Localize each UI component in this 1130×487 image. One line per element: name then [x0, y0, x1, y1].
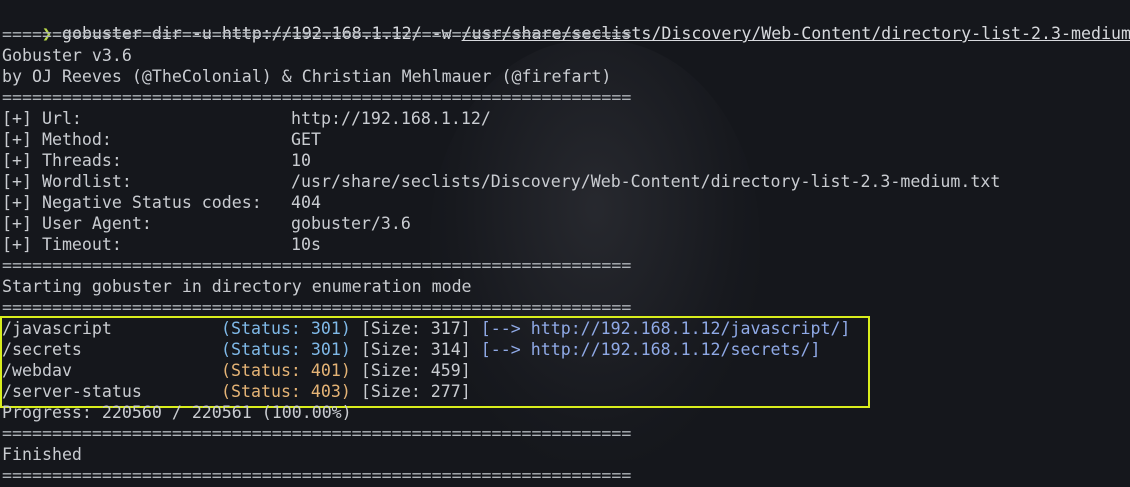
banner-title: Gobuster v3.6 [2, 46, 132, 65]
result-redirect-link[interactable]: [--> http://192.168.1.12/javascript/] [481, 319, 851, 338]
config-label: [+] User Agent: [2, 214, 152, 233]
separator-line: ========================================… [2, 424, 632, 443]
config-label: [+] Method: [2, 130, 112, 149]
config-row: [+] Method: GET [2, 129, 321, 150]
result-path: /webdav [2, 361, 72, 380]
config-label: [+] Negative Status codes: [2, 193, 262, 212]
start-message: Starting gobuster in directory enumerati… [2, 277, 472, 296]
result-status: (Status: 403) [221, 382, 351, 401]
separator-line: ========================================… [2, 466, 632, 485]
result-row: /webdav (Status: 401) [Size: 459] [2, 360, 471, 381]
result-path: /secrets [2, 340, 82, 359]
result-path: /javascript [2, 319, 112, 338]
config-value: 10 [291, 151, 311, 170]
config-row: [+] Threads: 10 [2, 150, 311, 171]
result-status: (Status: 301) [221, 340, 351, 359]
terminal-window[interactable]: ❯ gobuster dir -u http://192.168.1.12/ -… [0, 0, 1130, 487]
config-value: /usr/share/seclists/Discovery/Web-Conten… [291, 172, 1001, 191]
config-row: [+] User Agent: gobuster/3.6 [2, 213, 411, 234]
result-row: /javascript (Status: 301) [Size: 317] [--… [2, 318, 850, 339]
config-row: [+] Timeout: 10s [2, 234, 321, 255]
separator-line: ========================================… [2, 256, 632, 275]
separator-line: ========================================… [2, 25, 632, 44]
config-label: [+] Url: [2, 109, 82, 128]
result-status: (Status: 301) [221, 319, 351, 338]
result-size: [Size: 459] [360, 361, 471, 380]
result-row: /secrets (Status: 301) [Size: 314] [--> h… [2, 339, 820, 360]
config-value: gobuster/3.6 [291, 214, 411, 233]
result-path: /server-status [2, 382, 142, 401]
config-value: GET [291, 130, 321, 149]
separator-line: ========================================… [2, 88, 632, 107]
config-row: [+] Url: http://192.168.1.12/ [2, 108, 491, 129]
config-label: [+] Threads: [2, 151, 122, 170]
separator-line: ========================================… [2, 298, 632, 317]
result-size: [Size: 317] [360, 319, 471, 338]
result-size: [Size: 277] [360, 382, 471, 401]
config-label: [+] Wordlist: [2, 172, 132, 191]
config-label: [+] Timeout: [2, 235, 122, 254]
result-row: /server-status (Status: 403) [Size: 277] [2, 381, 471, 402]
config-row: [+] Negative Status codes: 404 [2, 192, 321, 213]
result-redirect-link[interactable]: [--> http://192.168.1.12/secrets/] [481, 340, 821, 359]
result-size: [Size: 314] [360, 340, 471, 359]
config-value: http://192.168.1.12/ [291, 109, 491, 128]
config-value: 404 [291, 193, 321, 212]
command-line: ❯ gobuster dir -u http://192.168.1.12/ -… [2, 2, 1130, 43]
result-status: (Status: 401) [221, 361, 351, 380]
config-value: 10s [291, 235, 321, 254]
config-row: [+] Wordlist: /usr/share/seclists/Discove… [2, 171, 1000, 192]
banner-authors: by OJ Reeves (@TheColonial) & Christian … [2, 67, 612, 86]
progress-line: Progress: 220560 / 220561 (100.00%) [2, 403, 352, 422]
finished-message: Finished [2, 445, 82, 464]
